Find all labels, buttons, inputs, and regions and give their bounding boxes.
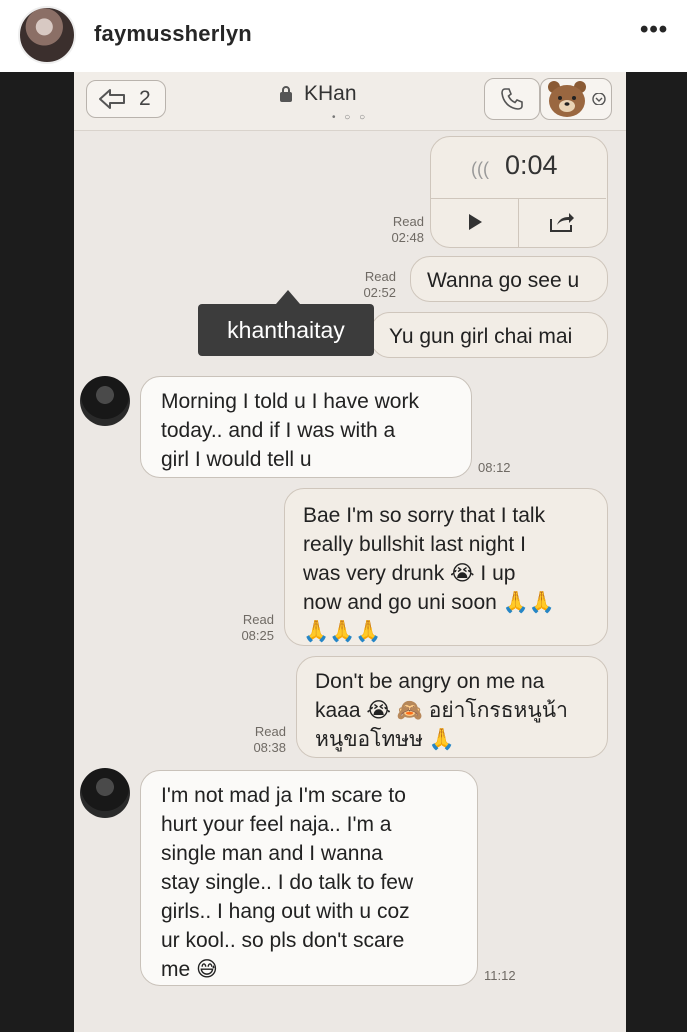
message-line: today.. and if I was with a bbox=[161, 419, 396, 442]
chat-screenshot: 2 KHan • ○ ○ Read 02:48 (((0:04 Read 02… bbox=[74, 72, 626, 1032]
message-line: was very drunk 😭 I up bbox=[303, 562, 516, 585]
unread-count: 2 bbox=[139, 87, 151, 110]
chevron-down-icon bbox=[592, 93, 606, 105]
username-tag-tooltip[interactable]: khanthaitay bbox=[198, 304, 374, 356]
post-header: faymussherlyn ••• bbox=[0, 0, 687, 72]
share-icon bbox=[550, 213, 574, 232]
message-bubble-outgoing[interactable]: Bae I'm so sorry that I talk really bull… bbox=[284, 488, 608, 646]
message-bubble-incoming[interactable]: Morning I told u I have work today.. and… bbox=[140, 376, 472, 478]
contact-avatar[interactable] bbox=[80, 768, 130, 818]
voice-display: ((( 0:04 bbox=[431, 137, 606, 199]
post-username[interactable]: faymussherlyn bbox=[94, 21, 252, 47]
read-receipt: Read 08:38 bbox=[253, 724, 286, 755]
message-line: now and go uni soon 🙏🙏 bbox=[303, 591, 555, 614]
message-line: really bullshit last night I bbox=[303, 533, 526, 556]
page-dots: • ○ ○ bbox=[332, 112, 369, 123]
message-text: Yu gun girl chai mai bbox=[389, 325, 573, 348]
play-button[interactable] bbox=[431, 199, 519, 247]
message-line: girls.. I hang out with u coz bbox=[161, 900, 410, 923]
share-button[interactable] bbox=[519, 199, 607, 247]
voice-duration: 0:04 bbox=[505, 150, 558, 180]
message-line: 🙏🙏🙏 bbox=[303, 620, 382, 643]
call-button[interactable] bbox=[484, 78, 540, 120]
profile-avatar[interactable] bbox=[18, 6, 76, 64]
lock-icon bbox=[280, 86, 292, 102]
message-line: me 😅 bbox=[161, 958, 218, 981]
sound-wave-icon: ((( bbox=[471, 159, 489, 179]
message-bubble-incoming[interactable]: I'm not mad ja I'm scare to hurt your fe… bbox=[140, 770, 478, 986]
message-line: hurt your feel naja.. I'm a bbox=[161, 813, 392, 836]
chat-title-text: KHan bbox=[304, 82, 357, 105]
bear-sticker-icon bbox=[548, 81, 586, 117]
phone-icon bbox=[501, 88, 523, 110]
message-line: kaaa 😭 🙈 อย่าโกรธหนูน้า bbox=[315, 699, 568, 722]
chat-title: KHan bbox=[280, 82, 357, 106]
read-receipt: Read 02:48 bbox=[391, 214, 424, 245]
read-receipt: Read 08:25 bbox=[241, 612, 274, 643]
more-horizontal-icon[interactable]: ••• bbox=[640, 16, 668, 44]
message-line: girl I would tell u bbox=[161, 448, 312, 471]
sticker-menu-button[interactable] bbox=[540, 78, 612, 120]
message-bubble-outgoing[interactable]: Yu gun girl chai mai bbox=[370, 312, 608, 358]
message-line: หนูขอโทษษ 🙏 bbox=[315, 728, 455, 751]
contact-avatar[interactable] bbox=[80, 376, 130, 426]
message-line: Bae I'm so sorry that I talk bbox=[303, 504, 546, 527]
play-icon bbox=[469, 214, 482, 230]
message-line: Don't be angry on me na bbox=[315, 670, 545, 693]
message-line: Morning I told u I have work bbox=[161, 390, 419, 413]
voice-message-bubble[interactable]: ((( 0:04 bbox=[430, 136, 608, 248]
message-line: I'm not mad ja I'm scare to bbox=[161, 784, 406, 807]
message-bubble-outgoing[interactable]: Don't be angry on me na kaaa 😭 🙈 อย่าโกร… bbox=[296, 656, 608, 758]
chat-header: 2 KHan • ○ ○ bbox=[74, 72, 626, 131]
back-arrow-icon bbox=[99, 89, 125, 109]
message-text: Wanna go see u bbox=[427, 269, 580, 292]
message-time: 11:12 bbox=[484, 968, 516, 983]
message-line: single man and I wanna bbox=[161, 842, 383, 865]
tooltip-arrow bbox=[276, 290, 300, 304]
message-bubble-outgoing[interactable]: Wanna go see u bbox=[410, 256, 608, 302]
message-line: stay single.. I do talk to few bbox=[161, 871, 414, 894]
message-time: 08:12 bbox=[478, 460, 511, 475]
message-line: ur kool.. so pls don't scare bbox=[161, 929, 405, 952]
read-receipt: Read 02:52 bbox=[363, 269, 396, 300]
back-button[interactable]: 2 bbox=[86, 80, 166, 118]
